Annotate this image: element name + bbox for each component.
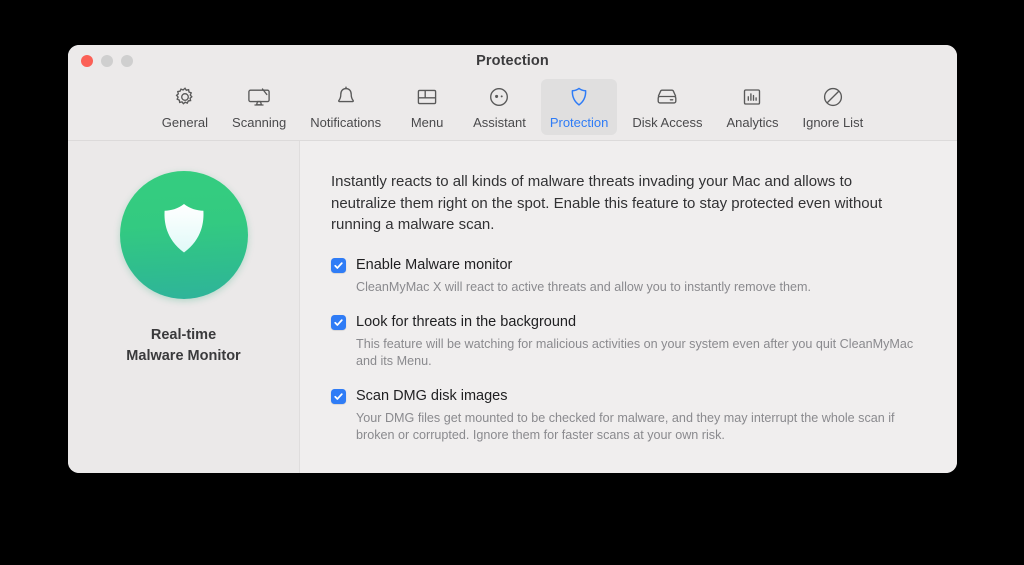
- sidebar-caption-line2: Malware Monitor: [126, 348, 241, 364]
- option-description: CleanMyMac X will react to active threat…: [356, 279, 811, 294]
- sidebar-caption: Real-time Malware Monitor: [126, 325, 240, 367]
- tab-assistant[interactable]: Assistant: [464, 79, 535, 135]
- screen: Protection General Scanning Notification…: [0, 0, 1024, 565]
- option-look-for-threats-in-background: Look for threats in the background This …: [331, 313, 925, 370]
- checkbox-scan-dmg-disk-images[interactable]: [331, 388, 346, 404]
- option-title: Enable Malware monitor: [356, 256, 513, 273]
- prohibition-icon: [821, 84, 845, 110]
- gear-icon: [173, 84, 197, 110]
- tab-general-label: General: [161, 115, 209, 130]
- tab-assistant-label: Assistant: [473, 115, 526, 130]
- assistant-face-icon: [487, 84, 511, 110]
- tab-menu-label: Menu: [410, 115, 444, 130]
- tab-notifications[interactable]: Notifications: [301, 79, 390, 135]
- preferences-window: Protection General Scanning Notification…: [68, 45, 957, 473]
- title-bar: Protection: [68, 45, 957, 76]
- tab-protection-label: Protection: [549, 115, 609, 130]
- tab-notifications-label: Notifications: [310, 115, 382, 130]
- tab-ignore-list[interactable]: Ignore List: [793, 79, 872, 135]
- toolbar: General Scanning Notifications Menu Assi…: [68, 76, 957, 141]
- window-title: Protection: [476, 53, 549, 69]
- option-description: Your DMG files get mounted to be checked…: [356, 410, 895, 442]
- tab-disk-access[interactable]: Disk Access: [623, 79, 711, 135]
- display-scan-icon: [246, 84, 272, 110]
- option-title: Look for threats in the background: [356, 313, 577, 330]
- tab-protection[interactable]: Protection: [540, 79, 618, 135]
- option-row[interactable]: Scan DMG disk images: [331, 387, 925, 405]
- tab-menu[interactable]: Menu: [396, 79, 458, 135]
- bell-icon: [334, 84, 358, 110]
- protection-settings-panel: Instantly reacts to all kinds of malware…: [300, 141, 957, 473]
- panel-description: Instantly reacts to all kinds of malware…: [331, 173, 883, 233]
- option-scan-dmg-disk-images: Scan DMG disk images Your DMG files get …: [331, 387, 925, 444]
- menu-layout-icon: [415, 84, 439, 110]
- bar-chart-icon: [740, 84, 764, 110]
- tab-ignore-list-label: Ignore List: [802, 115, 864, 130]
- tab-general[interactable]: General: [153, 79, 217, 135]
- option-title: Scan DMG disk images: [356, 387, 508, 404]
- tab-disk-access-label: Disk Access: [632, 115, 703, 130]
- feature-sidebar: Real-time Malware Monitor: [68, 141, 300, 473]
- option-description: This feature will be watching for malici…: [356, 336, 914, 368]
- option-enable-malware-monitor: Enable Malware monitor CleanMyMac X will…: [331, 256, 925, 296]
- tab-analytics[interactable]: Analytics: [717, 79, 787, 135]
- checkbox-look-for-threats-in-background[interactable]: [331, 314, 346, 330]
- hard-drive-icon: [654, 84, 680, 110]
- shield-icon: [567, 84, 591, 110]
- option-row[interactable]: Enable Malware monitor: [331, 256, 925, 274]
- sidebar-caption-line1: Real-time: [150, 327, 217, 343]
- window-body: Real-time Malware Monitor Instantly reac…: [68, 141, 957, 473]
- tab-analytics-label: Analytics: [726, 115, 779, 130]
- option-row[interactable]: Look for threats in the background: [331, 313, 925, 331]
- tab-scanning[interactable]: Scanning: [223, 79, 295, 135]
- tab-scanning-label: Scanning: [232, 115, 287, 130]
- checkbox-enable-malware-monitor[interactable]: [331, 257, 346, 273]
- shield-badge-icon: [119, 171, 248, 299]
